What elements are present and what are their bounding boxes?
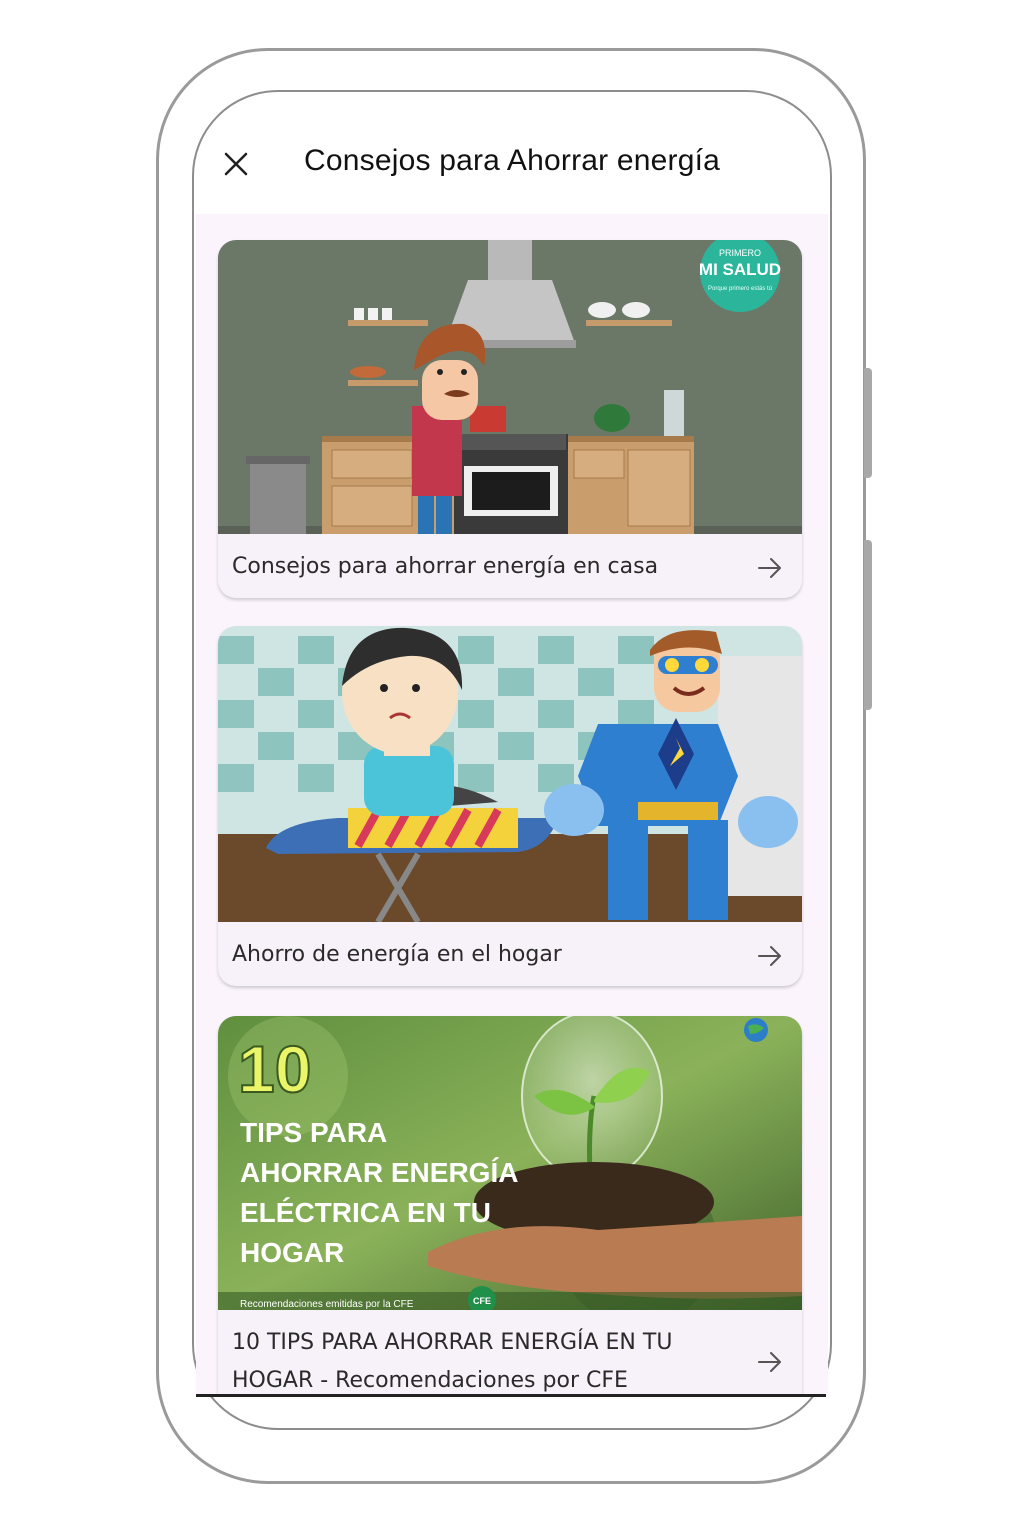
badge-top-text: PRIMERO: [719, 248, 761, 258]
thumb-line-1: TIPS PARA: [240, 1117, 387, 1148]
article-thumbnail-kitchen: PRIMERO MI SALUD Porque primero estás tú: [218, 240, 802, 534]
page-title: Consejos para Ahorrar energía: [304, 144, 721, 177]
close-icon: [224, 152, 248, 176]
close-button[interactable]: [220, 148, 252, 180]
article-thumbnail-tips: 10 TIPS PARA AHORRAR ENERGÍA ELÉCTRICA E…: [218, 1016, 802, 1310]
article-card-1[interactable]: PRIMERO MI SALUD Porque primero estás tú…: [218, 240, 802, 598]
arrow-right-icon: [758, 946, 781, 966]
screen-bottom-edge: [196, 1394, 826, 1397]
arrow-right-icon: [758, 558, 781, 578]
thumb-line-2: AHORRAR ENERGÍA: [240, 1157, 518, 1188]
volume-button: [864, 368, 872, 478]
thumb-number: 10: [238, 1032, 311, 1106]
thumb-footer: Recomendaciones emitidas por la CFE: [240, 1299, 414, 1310]
article-title-line-2: HOGAR - Recomendaciones por CFE: [232, 1368, 628, 1393]
article-card-2[interactable]: Ahorro de energía en el hogar: [218, 626, 802, 986]
app-screen: Consejos para Ahorrar energía PRIMERO MI…: [196, 94, 828, 1396]
badge-main-text: MI SALUD: [699, 260, 781, 279]
article-card-3[interactable]: 10 TIPS PARA AHORRAR ENERGÍA ELÉCTRICA E…: [218, 1016, 802, 1396]
power-button: [864, 540, 872, 710]
thumb-line-4: HOGAR: [240, 1237, 344, 1268]
article-title: Ahorro de energía en el hogar: [232, 942, 562, 967]
badge-sub-text: Porque primero estás tú: [708, 286, 772, 292]
arrow-right-icon: [758, 1352, 781, 1372]
thumb-line-3: ELÉCTRICA EN TU: [240, 1197, 491, 1228]
article-thumbnail-superhero: [218, 626, 802, 922]
app-bar: Consejos para Ahorrar energía: [196, 94, 828, 214]
thumb-logo-text: CFE: [473, 1296, 491, 1306]
article-title: Consejos para ahorrar energía en casa: [232, 554, 659, 579]
article-title-line-1: 10 TIPS PARA AHORRAR ENERGÍA EN TU: [232, 1330, 673, 1355]
